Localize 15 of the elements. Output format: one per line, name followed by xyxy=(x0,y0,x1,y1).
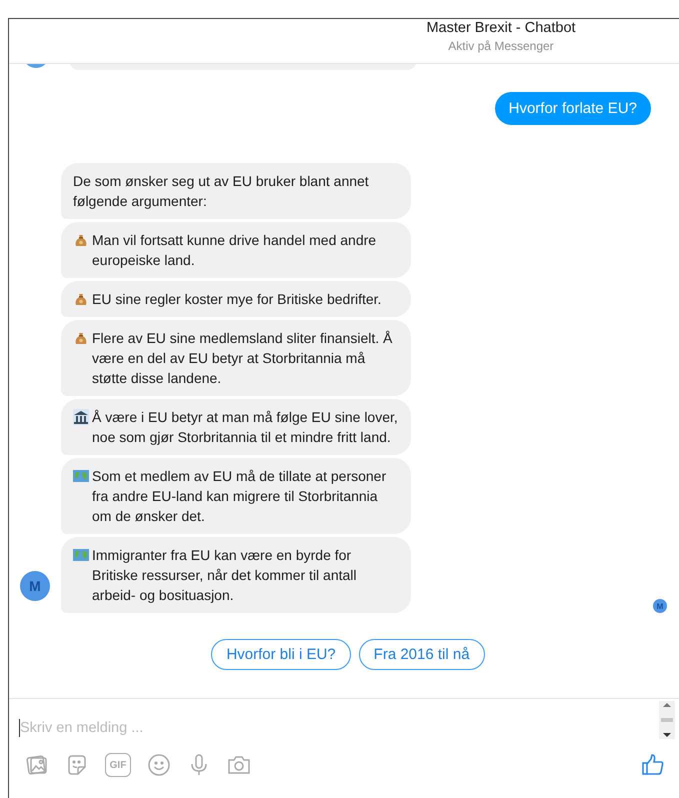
quick-reply-button[interactable]: Hvorfor bli i EU? xyxy=(211,639,351,670)
message-text: Flere av EU sine medlemsland sliter finansielt. Å være en del av EU betyr at Storbritannia må støtte disse landene. xyxy=(92,329,394,388)
chat-title: Master Brexit - Chatbot xyxy=(426,20,576,36)
sent-message: Hvorfor forlate EU? xyxy=(494,92,651,125)
message-text: Immigranter fra EU kan være en byrde for Britiske ressurser, når det kommer til antall arbeid- og bosituasjon. xyxy=(92,546,358,605)
message-text: Man vil fortsatt kunne drive handel med andre europeiske land. xyxy=(92,231,378,270)
seen-avatar: M xyxy=(653,599,667,613)
message-text: EU sine regler koster mye for Britiske bedrifter. xyxy=(92,290,382,309)
message-text: Å være i EU betyr at man må følge EU sine lover, noe som gjør Storbritannia til et mindre fritt land. xyxy=(92,408,399,447)
chat-status: Aktiv på Messenger xyxy=(448,39,554,53)
quick-reply-button[interactable]: Fra 2016 til nå xyxy=(358,639,485,670)
avatar: M xyxy=(20,571,50,601)
message-text: Som et medlem av EU må de tillate at personer fra andre EU-land kan migrere til Storbritannia om de ønsker det. xyxy=(92,467,388,526)
gif-button[interactable]: GIF xyxy=(105,753,131,777)
message-text: De som ønsker seg ut av EU bruker blant annet følgende argumenter: xyxy=(73,172,370,211)
